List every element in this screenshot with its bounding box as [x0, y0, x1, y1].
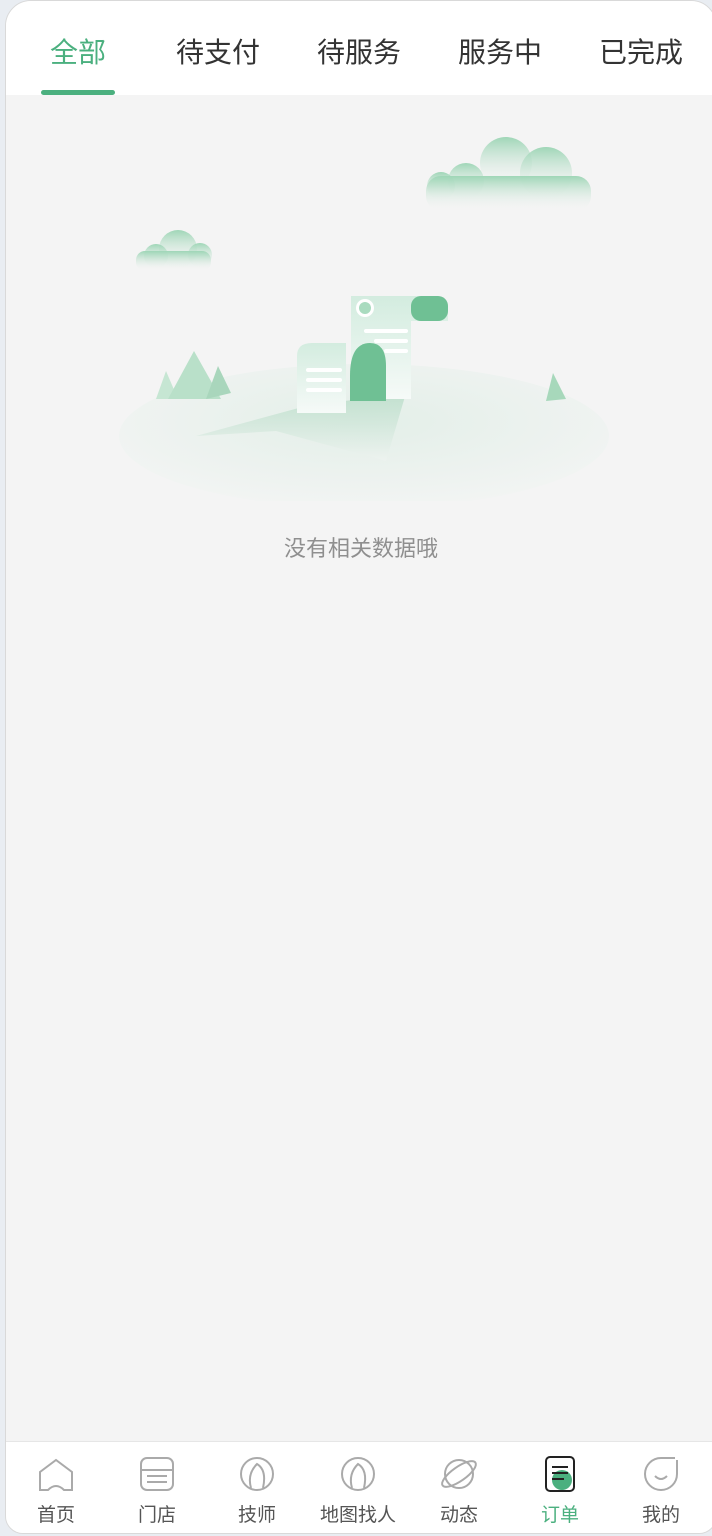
- order-icon: [545, 1456, 575, 1492]
- nav-label: 我的: [641, 1504, 680, 1526]
- tab-pending-service[interactable]: 待服务: [297, 1, 421, 95]
- store-icon: [140, 1457, 174, 1491]
- planet-icon: [441, 1459, 477, 1489]
- cloud-right: [426, 137, 591, 211]
- order-status-tabs: 全部 待支付 待服务 服务中 已完成: [6, 1, 712, 95]
- nav-item-orders[interactable]: 订单: [510, 1442, 610, 1533]
- nav-label: 订单: [540, 1504, 579, 1526]
- nav-item-profile[interactable]: 我的: [611, 1442, 711, 1533]
- nav-label: 技师: [237, 1504, 276, 1526]
- nav-item-map-search[interactable]: 地图找人: [308, 1442, 408, 1533]
- bottom-navigation: 首页 门店 技师 地图找人 动态 订单 我的: [6, 1441, 712, 1533]
- nav-label: 动态: [439, 1504, 478, 1526]
- tab-completed[interactable]: 已完成: [579, 1, 703, 95]
- tab-label: 已完成: [598, 36, 683, 69]
- home-icon: [39, 1458, 73, 1491]
- nav-label: 门店: [137, 1504, 176, 1526]
- map-person-icon: [341, 1457, 375, 1491]
- app-screen: 全部 待支付 待服务 服务中 已完成 没有相关数据哦 首页 门店 技师 地图找人…: [5, 0, 712, 1534]
- nav-label: 首页: [36, 1504, 75, 1526]
- tab-label: 全部: [49, 36, 106, 69]
- tab-label: 待支付: [175, 36, 260, 69]
- cloud-left: [136, 230, 212, 271]
- tab-label: 服务中: [457, 36, 542, 69]
- nav-item-home[interactable]: 首页: [6, 1442, 106, 1533]
- nav-item-technician[interactable]: 技师: [207, 1442, 307, 1533]
- nav-label: 地图找人: [319, 1504, 396, 1526]
- nav-item-store[interactable]: 门店: [107, 1442, 207, 1533]
- nav-item-moments[interactable]: 动态: [409, 1442, 509, 1533]
- tab-in-service[interactable]: 服务中: [438, 1, 562, 95]
- tab-all[interactable]: 全部: [26, 1, 130, 95]
- profile-icon: [644, 1457, 678, 1491]
- empty-state-illustration: [119, 137, 609, 501]
- tab-pending-payment[interactable]: 待支付: [156, 1, 280, 95]
- tab-label: 待服务: [316, 36, 401, 69]
- empty-state-message: 没有相关数据哦: [283, 537, 438, 562]
- active-tab-indicator: [41, 90, 115, 95]
- technician-icon: [240, 1457, 274, 1491]
